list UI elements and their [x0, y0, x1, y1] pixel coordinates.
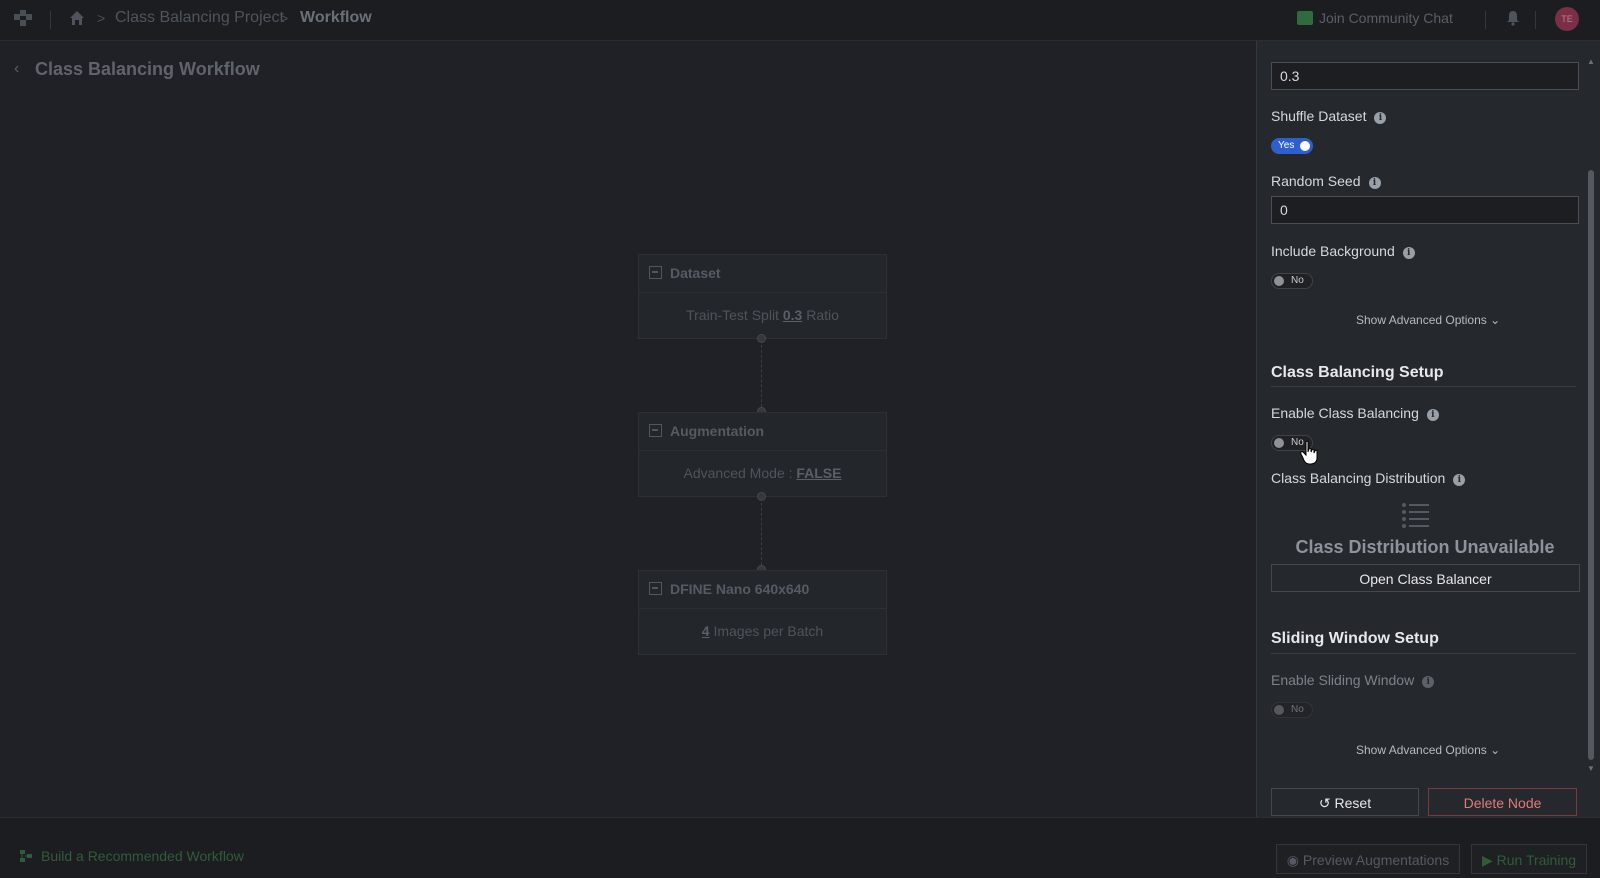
preview-augmentations-button[interactable]: ◉ Preview Augmentations — [1276, 844, 1460, 874]
node-header: Augmentation — [639, 413, 886, 451]
node-body-value: FALSE — [796, 465, 842, 481]
node-header: DFINE Nano 640x640 — [639, 571, 886, 609]
section-divider — [1271, 653, 1576, 654]
info-icon[interactable]: i — [1426, 409, 1439, 421]
class-balancing-section-title: Class Balancing Setup — [1271, 364, 1444, 381]
class-distribution-text: Class Balancing Distribution — [1271, 470, 1446, 486]
node-body-suffix: Images per Batch — [709, 623, 824, 639]
node-body: Train-Test Split 0.3 Ratio — [639, 293, 886, 323]
section-divider — [1271, 386, 1576, 387]
chevron-right-icon: > — [97, 10, 106, 26]
run-training-label: Run Training — [1496, 852, 1577, 868]
topbar-divider — [1485, 11, 1486, 29]
reset-label: Reset — [1334, 795, 1372, 811]
toggle-label: No — [1291, 704, 1304, 715]
enable-class-balancing-label: Enable Class Balancing i — [1271, 405, 1439, 421]
show-advanced-options-text: Show Advanced Options — [1356, 743, 1487, 757]
run-training-button[interactable]: ▶ Run Training — [1471, 844, 1587, 874]
class-distribution-unavailable: Class Distribution Unavailable — [1295, 537, 1555, 557]
reset-button[interactable]: ↺ Reset — [1271, 788, 1419, 816]
node-connector — [761, 340, 762, 407]
show-advanced-options-text: Show Advanced Options — [1356, 313, 1487, 327]
workflow-node-dataset[interactable]: Dataset Train-Test Split 0.3 Ratio — [638, 254, 887, 339]
scroll-down-arrow-icon[interactable]: ▼ — [1587, 764, 1595, 773]
info-icon[interactable]: i — [1368, 177, 1381, 189]
hand-cursor-icon — [1300, 440, 1318, 465]
include-background-text: Include Background — [1271, 243, 1395, 259]
play-icon: ▶ — [1481, 852, 1493, 868]
reset-icon: ↺ — [1318, 795, 1331, 811]
scroll-up-arrow-icon[interactable]: ▲ — [1587, 57, 1595, 66]
node-body-prefix: Advanced Mode : — [683, 465, 797, 481]
node-body: 4 Images per Batch — [639, 609, 886, 639]
avatar[interactable]: TE — [1555, 7, 1579, 31]
chevron-right-icon: > — [280, 10, 289, 26]
breadcrumb-project[interactable]: Class Balancing Project — [115, 9, 284, 27]
home-icon[interactable] — [68, 9, 86, 27]
toggle-knob — [1274, 276, 1284, 286]
toggle-knob — [1300, 141, 1310, 151]
node-connector — [761, 498, 762, 565]
workflow-node-model[interactable]: DFINE Nano 640x640 4 Images per Batch — [638, 570, 887, 655]
sliding-window-section-title: Sliding Window Setup — [1271, 630, 1439, 647]
include-background-label: Include Background i — [1271, 243, 1415, 259]
show-advanced-options-link[interactable]: Show Advanced Options ⌄ — [1356, 313, 1500, 327]
node-body-value: 4 — [701, 623, 710, 639]
info-icon[interactable]: i — [1374, 112, 1387, 124]
shuffle-dataset-toggle[interactable]: Yes — [1271, 138, 1313, 154]
node-collapse-icon[interactable] — [649, 582, 662, 595]
page-title: Class Balancing Workflow — [35, 59, 260, 79]
include-background-toggle[interactable]: No — [1271, 273, 1313, 289]
eye-icon: ◉ — [1286, 852, 1299, 868]
app-logo-icon[interactable] — [12, 8, 34, 30]
chat-icon[interactable] — [1297, 11, 1313, 25]
node-header: Dataset — [639, 255, 886, 293]
node-body: Advanced Mode : FALSE — [639, 451, 886, 481]
panel-scrollbar[interactable] — [1588, 170, 1594, 760]
node-title: Dataset — [670, 265, 721, 281]
build-recommended-workflow-link[interactable]: Build a Recommended Workflow — [41, 848, 244, 864]
info-icon[interactable]: i — [1453, 474, 1466, 486]
preview-augmentations-label: Preview Augmentations — [1302, 852, 1450, 868]
random-seed-input[interactable] — [1271, 196, 1579, 224]
topbar-divider — [1535, 11, 1536, 29]
shuffle-dataset-label: Shuffle Dataset i — [1271, 108, 1387, 124]
node-collapse-icon[interactable] — [649, 266, 662, 279]
delete-node-button[interactable]: Delete Node — [1428, 788, 1577, 816]
toggle-knob — [1274, 705, 1284, 715]
enable-sliding-window-toggle[interactable]: No — [1271, 702, 1313, 718]
node-body-prefix: Train-Test Split — [686, 307, 783, 323]
chevron-down-icon: ⌄ — [1490, 743, 1501, 757]
chevron-down-icon: ⌄ — [1490, 313, 1501, 327]
list-icon — [1402, 503, 1429, 528]
enable-class-balancing-text: Enable Class Balancing — [1271, 405, 1419, 421]
node-body-value: 0.3 — [782, 307, 803, 323]
topbar-divider — [50, 11, 51, 29]
train-test-split-input[interactable] — [1271, 62, 1579, 90]
open-class-balancer-button[interactable]: Open Class Balancer — [1271, 564, 1580, 592]
node-collapse-icon[interactable] — [649, 424, 662, 437]
info-icon[interactable]: i — [1422, 676, 1435, 688]
info-icon[interactable]: i — [1402, 247, 1415, 259]
node-settings-panel — [1256, 41, 1600, 817]
breadcrumb-current: Workflow — [300, 9, 372, 26]
workflow-tree-icon — [20, 850, 32, 862]
show-advanced-options-link[interactable]: Show Advanced Options ⌄ — [1356, 743, 1500, 757]
class-distribution-label: Class Balancing Distribution i — [1271, 470, 1466, 486]
workflow-node-augmentation[interactable]: Augmentation Advanced Mode : FALSE — [638, 412, 887, 497]
enable-sliding-window-label: Enable Sliding Window i — [1271, 672, 1435, 688]
node-title: Augmentation — [670, 423, 765, 439]
enable-sliding-window-text: Enable Sliding Window — [1271, 672, 1415, 688]
join-community-link[interactable]: Join Community Chat — [1319, 10, 1453, 26]
toggle-label: No — [1291, 275, 1304, 286]
random-seed-label: Random Seed i — [1271, 173, 1381, 189]
toggle-label: Yes — [1278, 140, 1295, 151]
back-arrow-icon[interactable]: ‹ — [14, 60, 19, 78]
node-body-suffix: Ratio — [802, 307, 839, 323]
random-seed-text: Random Seed — [1271, 173, 1361, 189]
node-title: DFINE Nano 640x640 — [670, 581, 810, 597]
toggle-knob — [1274, 438, 1284, 448]
shuffle-dataset-text: Shuffle Dataset — [1271, 108, 1367, 124]
bell-icon[interactable] — [1504, 9, 1522, 27]
